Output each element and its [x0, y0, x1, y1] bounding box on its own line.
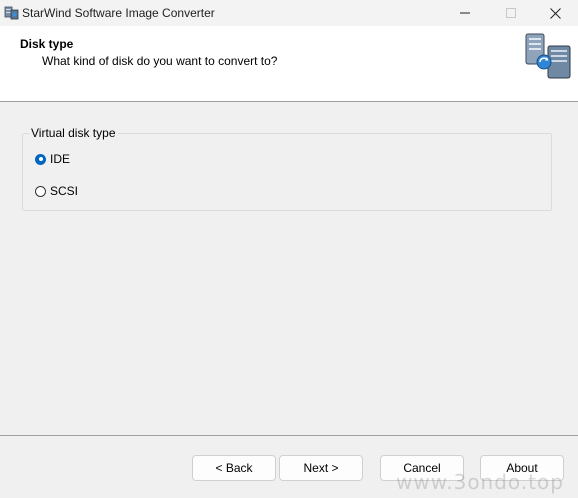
minimize-icon — [460, 12, 470, 14]
server-disk-icon — [4, 6, 19, 20]
back-button[interactable]: < Back — [192, 455, 276, 481]
radio-label-scsi: SCSI — [50, 184, 79, 198]
page-subtitle: What kind of disk do you want to convert… — [42, 54, 278, 68]
close-button[interactable] — [532, 0, 578, 26]
close-icon — [549, 7, 561, 19]
title-bar[interactable]: StarWind Software Image Converter — [0, 0, 578, 26]
maximize-icon — [506, 8, 516, 18]
footer-divider — [0, 435, 578, 436]
radio-button-scsi[interactable] — [35, 185, 46, 197]
radio-scsi[interactable]: SCSI — [35, 184, 78, 198]
wizard-header: Disk type What kind of disk do you want … — [0, 26, 578, 102]
window-title: StarWind Software Image Converter — [22, 6, 215, 20]
watermark: www.3ondo.top — [396, 470, 564, 494]
server-convert-icon — [522, 32, 574, 80]
group-label: Virtual disk type — [29, 126, 118, 140]
image-converter-window: StarWind Software Image Converter Disk t… — [0, 0, 578, 498]
radio-button-ide[interactable] — [35, 153, 46, 165]
virtual-disk-type-group: Virtual disk type IDE SCSI — [22, 126, 552, 211]
radio-ide[interactable]: IDE — [35, 152, 70, 166]
maximize-button[interactable] — [488, 0, 534, 26]
minimize-button[interactable] — [442, 0, 488, 26]
next-button[interactable]: Next > — [279, 455, 363, 481]
radio-label-ide: IDE — [50, 152, 71, 166]
page-title: Disk type — [20, 37, 74, 51]
